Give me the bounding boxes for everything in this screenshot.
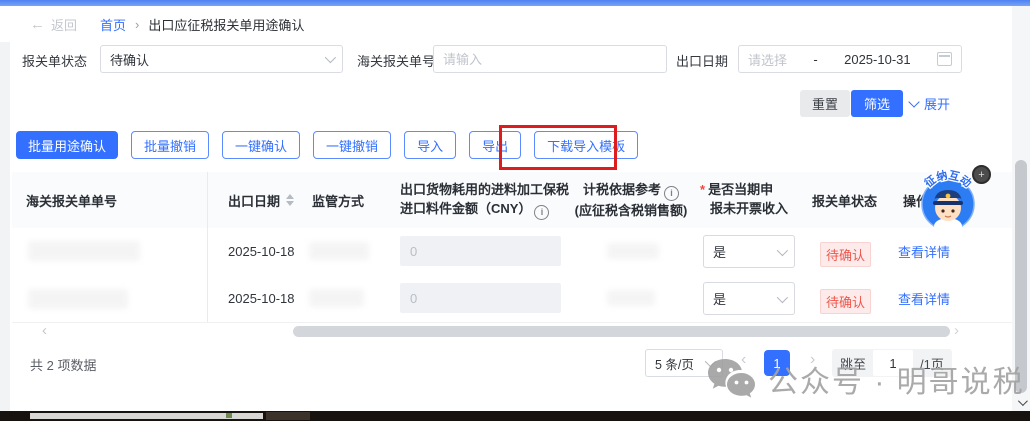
col-header-status: 报关单状态 — [812, 193, 878, 209]
vertical-scrollbar-thumb[interactable] — [1015, 160, 1027, 393]
info-icon[interactable]: i — [534, 205, 550, 220]
redacted-tax-ref — [607, 290, 655, 306]
reset-button[interactable]: 重置 — [800, 90, 851, 117]
left-gutter — [0, 42, 10, 411]
import-button[interactable]: 导入 — [404, 131, 457, 159]
assistant-avatar[interactable]: 征纳互动 — [916, 166, 980, 234]
batch-usage-confirm-button[interactable]: 批量用途确认 — [16, 131, 119, 159]
customs-no-input[interactable] — [434, 46, 666, 72]
toolbar: 批量用途确认 批量撤销 一键确认 一键撤销 导入 导出 下载导入模板 — [16, 131, 639, 159]
status-filter-value: 待确认 — [110, 52, 150, 68]
col-header-declare-line2: 报未开票收入 — [710, 201, 789, 216]
one-click-revoke-button[interactable]: 一键撤销 — [313, 131, 392, 159]
page-size-select[interactable]: 5 条/页 — [645, 349, 723, 377]
col-header-export-date-label: 出口日期 — [228, 193, 281, 209]
expand-label: 展开 — [924, 97, 951, 112]
scrollbar-down-arrow[interactable] — [1013, 396, 1029, 409]
col-header-amount: 出口货物耗用的进料加工保税 进口料件金额（CNY） i — [400, 180, 569, 220]
assistant-plus-button[interactable]: + — [972, 165, 991, 184]
redacted-supervision — [309, 242, 369, 260]
calendar-icon — [936, 52, 952, 66]
export-button[interactable]: 导出 — [469, 131, 522, 159]
breadcrumb-home-link[interactable]: 首页 — [100, 15, 126, 34]
chevron-down-icon — [776, 291, 789, 303]
redacted-customs-no — [28, 289, 128, 309]
horizontal-scrollbar-thumb[interactable] — [293, 326, 950, 337]
pagination-prev-button[interactable]: ‹ — [741, 351, 746, 369]
date-end-value: 2025-10-31 — [844, 51, 911, 67]
date-range-separator: - — [813, 51, 818, 67]
declare-select[interactable]: 是 — [703, 282, 795, 315]
status-badge: 待确认 — [820, 289, 872, 314]
customs-no-filter-label: 海关报关单号 — [357, 54, 436, 69]
chevron-down-icon — [324, 51, 337, 64]
col-header-tax-ref: 计税依据参考 i (应征税含税销售额) — [565, 180, 697, 220]
export-date-filter-label: 出口日期 — [676, 54, 729, 69]
fixed-column-divider — [207, 172, 208, 322]
page-size-value: 5 条/页 — [655, 357, 694, 372]
hscroll-left-arrow[interactable]: ‹ — [42, 322, 47, 339]
col-header-amount-line2: 进口料件金额（CNY） i — [400, 199, 569, 220]
view-details-link[interactable]: 查看详情 — [898, 275, 950, 322]
total-pages-text: /1页 — [920, 356, 944, 372]
sort-icon[interactable] — [286, 194, 295, 206]
filter-button[interactable]: 筛选 — [851, 90, 904, 117]
status-filter-select[interactable]: 待确认 — [100, 45, 343, 73]
declare-select-value: 是 — [713, 292, 727, 307]
declare-select-value: 是 — [713, 245, 727, 260]
page-jump-group: 跳至 /1页 — [832, 349, 952, 377]
download-template-button[interactable]: 下载导入模板 — [534, 131, 639, 159]
col-header-customs-no: 海关报关单单号 — [26, 193, 118, 209]
cell-export-date: 2025-10-18 — [228, 244, 295, 259]
taskbar-green-dot — [226, 413, 232, 418]
required-asterisk: * — [700, 182, 706, 197]
back-arrow-icon: ← — [30, 16, 45, 33]
col-header-amount-line1: 出口货物耗用的进料加工保税 — [400, 182, 570, 197]
col-header-declare-line1: * 是否当期申 — [700, 182, 774, 197]
expand-toggle[interactable]: 展开 — [908, 94, 951, 113]
col-header-tax-ref-line1: 计税依据参考 i — [565, 180, 697, 201]
redacted-customs-no — [28, 241, 140, 261]
redacted-supervision — [309, 289, 364, 307]
jump-page-input[interactable] — [873, 350, 914, 376]
status-badge: 待确认 — [820, 242, 872, 267]
declare-select[interactable]: 是 — [703, 235, 795, 268]
total-count-text: 共 2 项数据 — [30, 358, 97, 373]
back-label: 返回 — [51, 18, 78, 33]
hscroll-right-arrow[interactable]: › — [954, 322, 959, 339]
browser-top-accent-bar — [0, 0, 1030, 6]
chevron-down-icon — [704, 355, 717, 368]
col-header-supervision: 监管方式 — [312, 193, 365, 209]
col-header-declare: * 是否当期申 报未开票收入 — [700, 180, 788, 218]
amount-input-disabled: 0 — [400, 283, 561, 313]
pagination-page-1[interactable]: 1 — [764, 350, 790, 376]
view-details-link[interactable]: 查看详情 — [898, 228, 950, 275]
date-start-placeholder: 请选择 — [748, 52, 788, 68]
cell-export-date: 2025-10-18 — [228, 291, 295, 306]
status-filter-label: 报关单状态 — [22, 54, 88, 69]
col-header-export-date[interactable]: 出口日期 — [228, 172, 295, 228]
one-click-confirm-button[interactable]: 一键确认 — [222, 131, 301, 159]
redacted-tax-ref — [607, 243, 659, 259]
customs-no-input-wrap — [433, 45, 667, 73]
back-button[interactable]: ← 返回 — [30, 15, 77, 34]
chevron-down-icon — [908, 96, 920, 108]
batch-revoke-button[interactable]: 批量撤销 — [131, 131, 210, 159]
taskbar-mid-strip — [266, 412, 310, 420]
breadcrumb: ← 返回 首页 › 出口应征税报关单用途确认 — [30, 15, 304, 34]
col-header-tax-ref-line2: (应征税含税销售额) — [574, 203, 688, 218]
breadcrumb-separator: › — [135, 17, 140, 32]
page-title: 出口应征税报关单用途确认 — [148, 18, 305, 33]
export-date-range-picker[interactable]: 请选择 - 2025-10-31 — [738, 45, 962, 73]
jump-label: 跳至 — [840, 356, 867, 372]
info-icon[interactable]: i — [664, 186, 679, 201]
amount-input-disabled: 0 — [400, 236, 561, 266]
chevron-down-icon — [776, 244, 789, 256]
pagination-next-button[interactable]: › — [810, 351, 815, 369]
